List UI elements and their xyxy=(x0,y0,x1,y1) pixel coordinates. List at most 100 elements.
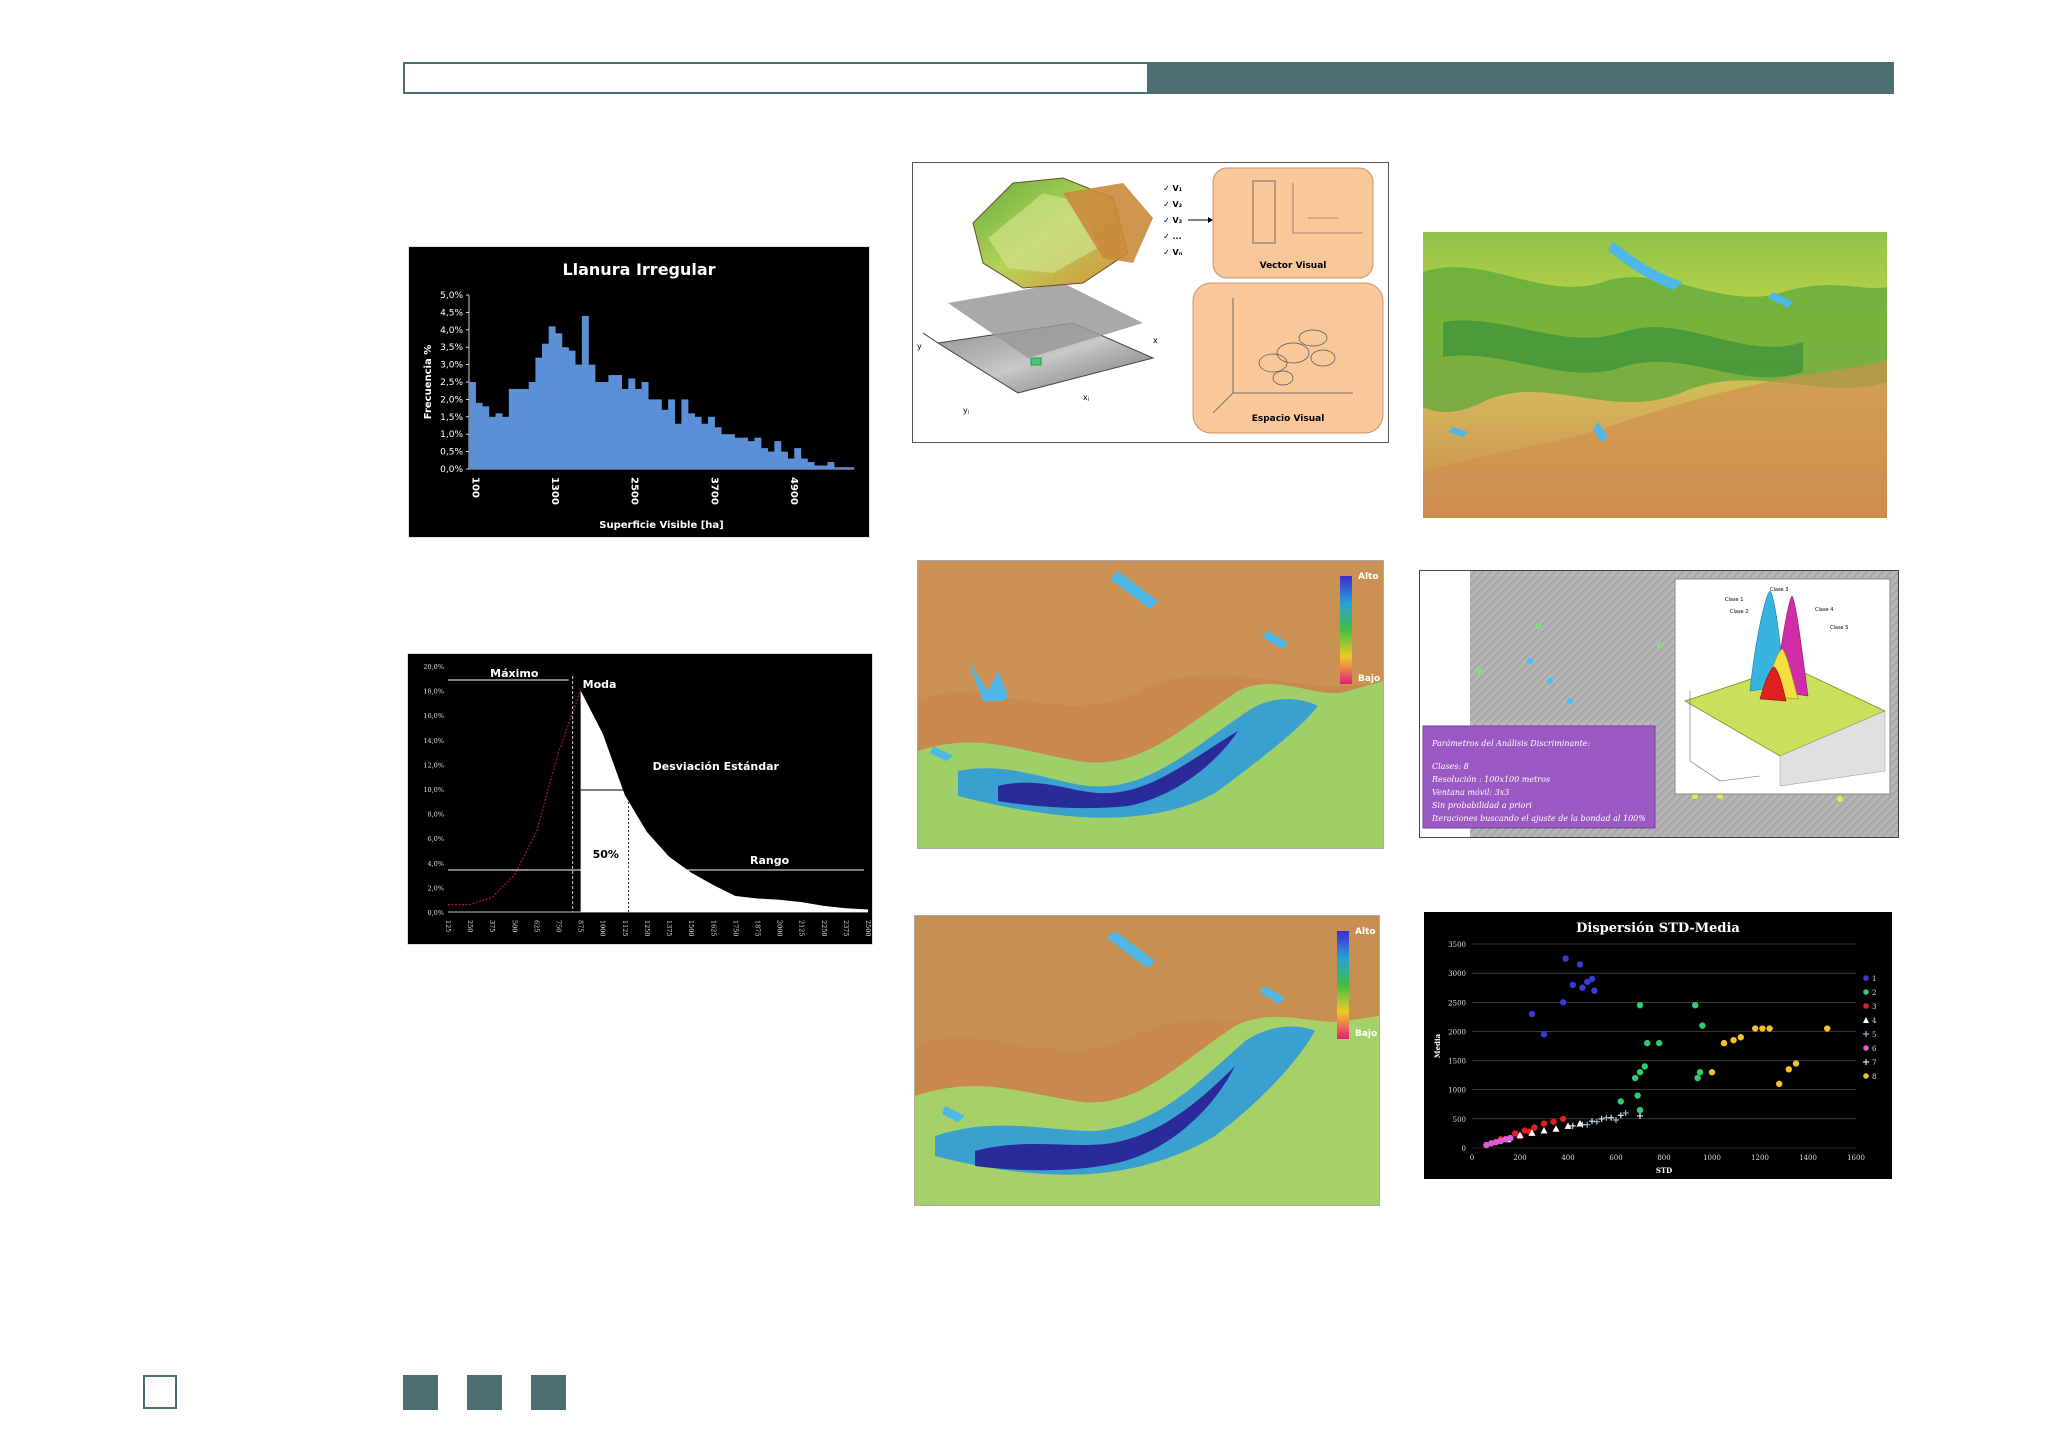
y-tick-label: 6,0% xyxy=(427,835,444,843)
v-list-item: ✓ V₃ xyxy=(1163,216,1183,225)
scatter-point xyxy=(1560,1115,1567,1123)
histogram-bar xyxy=(734,437,742,469)
histogram-bar xyxy=(608,375,616,469)
arrow-head xyxy=(1208,217,1213,223)
x-tick-label: 375 xyxy=(488,920,496,932)
scatter-point xyxy=(1644,1039,1651,1047)
x-axis-label: Superficie Visible [ha] xyxy=(599,520,723,531)
espacio-visual-label: Espacio Visual xyxy=(1252,414,1325,424)
heatmap-legend xyxy=(1340,576,1352,684)
x-axis-label: STD xyxy=(1656,1166,1672,1175)
histogram-bar xyxy=(800,458,808,469)
legend-label: 5 xyxy=(1872,1031,1876,1039)
x-tick-label: 1125 xyxy=(621,920,629,937)
histogram-bar xyxy=(522,388,530,469)
scatter-point xyxy=(1752,1025,1759,1032)
scatter-point xyxy=(1696,1069,1704,1076)
legend-bajo: Bajo xyxy=(1355,1029,1377,1039)
legend-marker xyxy=(1863,1059,1869,1065)
discriminant-svg: Parámetros del Análisis Discriminante: C… xyxy=(1420,571,1898,837)
scatter-point xyxy=(1507,1134,1514,1142)
histogram-bar xyxy=(820,465,828,469)
scatter-point xyxy=(1636,1069,1644,1076)
y-tick-label: 3,5% xyxy=(440,343,463,353)
heatmap-legend xyxy=(1337,931,1349,1039)
x-tick-label: 1500 xyxy=(687,920,695,937)
legend-label: 2 xyxy=(1872,989,1876,997)
media-label: Media xyxy=(663,818,700,831)
histogram-bar xyxy=(475,402,483,469)
x-tick-label: 250 xyxy=(466,920,474,932)
histogram-bar xyxy=(601,382,609,469)
scatter-point xyxy=(1637,1112,1643,1119)
histogram-bar xyxy=(787,458,795,469)
y-tick-label: 12,0% xyxy=(423,761,444,769)
x-tick-label: 600 xyxy=(1609,1154,1622,1162)
y-tick-label: 4,0% xyxy=(427,860,444,868)
legend-marker xyxy=(1863,989,1869,995)
histogram-bar xyxy=(469,382,476,469)
histogram-bar xyxy=(674,423,682,469)
page-square-2 xyxy=(467,1375,502,1410)
espacio-visual-box xyxy=(1192,282,1384,434)
histogram-bar xyxy=(741,437,749,469)
scatter-point xyxy=(1576,961,1584,968)
scatter-point xyxy=(1730,1036,1737,1044)
scatter-point xyxy=(1785,1066,1792,1073)
heatmap-1-svg: Alto Bajo xyxy=(918,561,1383,848)
histogram-bar xyxy=(648,399,656,469)
scatter-chart: Dispersión STD-Media 0 500 1000 1500 2000 2500… xyxy=(1424,912,1892,1179)
clase-label: Clase 4 xyxy=(1815,607,1833,613)
visual-vector-svg: y x yⱼ xⱼ ✓ V₁ ✓ V₂ ✓ V₃ ✓ ... ✓ Vₙ Vect… xyxy=(917,167,1384,434)
histogram-bar xyxy=(654,399,662,469)
histogram-bar xyxy=(754,437,762,469)
terrain-map-svg xyxy=(1423,232,1887,518)
y-tick-label: 1,5% xyxy=(440,413,463,423)
y-tick-label: 0,0% xyxy=(427,909,444,917)
clase-label: Clase 1 xyxy=(1725,597,1743,603)
terrain-heatmap-1: Alto Bajo xyxy=(917,560,1384,849)
discriminant-analysis-figure: Parámetros del Análisis Discriminante: C… xyxy=(1419,570,1899,838)
histogram-bar xyxy=(535,357,543,469)
legend-marker xyxy=(1863,1003,1869,1009)
histogram-bar xyxy=(508,388,516,469)
svg-text:x: x xyxy=(1153,336,1158,345)
histogram-bar xyxy=(515,388,523,469)
x-tick-label: 2500 xyxy=(629,477,640,505)
chart-title: Llanura Irregular xyxy=(562,260,715,279)
maximo-label: Máximo xyxy=(490,667,539,680)
x-tick-label: 1300 xyxy=(549,477,560,505)
y-tick-label: 3,0% xyxy=(440,361,463,371)
histogram-bar xyxy=(668,399,676,469)
scatter-point xyxy=(1720,1039,1728,1047)
scatter-point xyxy=(1737,1034,1744,1041)
y-axis-label: Media xyxy=(1433,1033,1442,1058)
param-line: Sin probabilidad a priori xyxy=(1432,801,1532,810)
y-tick-label: 3500 xyxy=(1448,941,1466,949)
histogram-bar xyxy=(621,388,629,469)
heatmap-2-svg: Alto Bajo xyxy=(915,916,1379,1205)
histogram-bar xyxy=(714,427,722,469)
histogram-bar xyxy=(747,441,755,469)
histogram-bar xyxy=(542,343,549,469)
scatter-svg: Dispersión STD-Media05001000150020002500… xyxy=(1433,921,1877,1175)
x-tick-label: 200 xyxy=(1513,1154,1526,1162)
y-tick-label: 2,0% xyxy=(440,395,463,405)
page-square-3 xyxy=(531,1375,566,1410)
histogram-bar xyxy=(488,416,496,469)
y-tick-label: 1000 xyxy=(1448,1087,1466,1095)
histogram-bar xyxy=(827,462,835,469)
histogram-bar xyxy=(495,413,503,469)
terrain-heatmap-2: Alto Bajo xyxy=(914,915,1380,1206)
histogram-bar xyxy=(555,333,563,469)
histogram-bar xyxy=(707,416,715,469)
histogram-bar xyxy=(528,382,536,469)
y-tick-label: 5,0% xyxy=(440,291,463,301)
x-tick-label: 2500 xyxy=(864,920,872,937)
histogram-bar xyxy=(847,467,855,469)
x-tick-label: 2250 xyxy=(820,920,828,937)
histogram-bar xyxy=(767,451,775,469)
histogram-bar xyxy=(588,364,596,469)
scatter-point xyxy=(1708,1069,1716,1076)
x-tick-label: 1250 xyxy=(643,920,651,937)
